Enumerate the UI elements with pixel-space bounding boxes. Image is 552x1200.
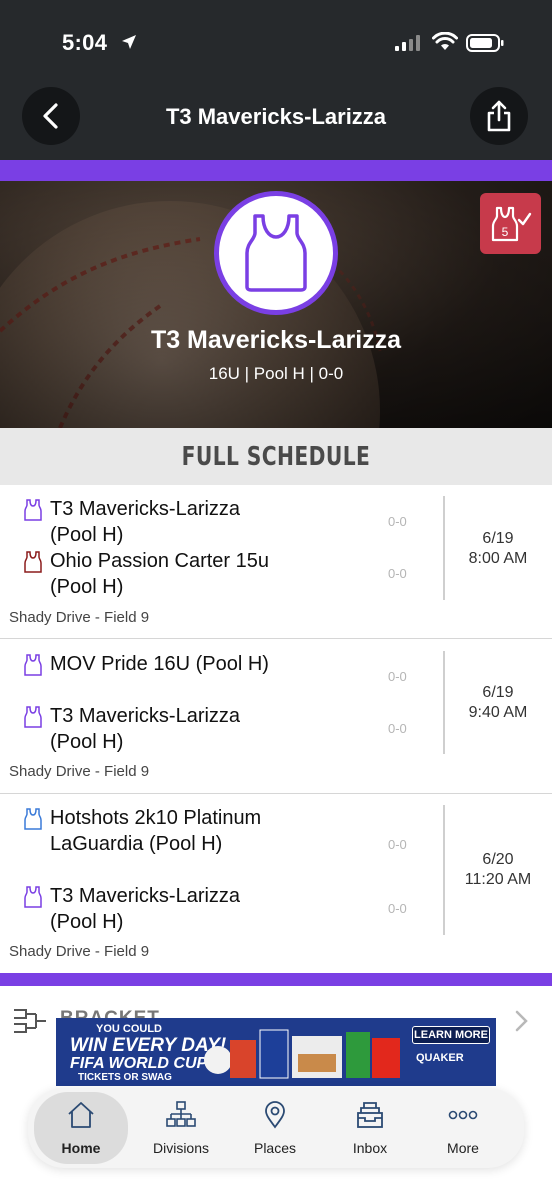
game-card[interactable]: MOV Pride 16U (Pool H) 0-0 T3 Mavericks-… [0,640,552,794]
team-score: 0-0 [388,721,407,736]
ad-line: YOU COULD [96,1023,162,1035]
badge-number: 5 [501,225,508,239]
accent-bar [0,160,552,181]
game-venue: Shady Drive - Field 9 [9,763,150,780]
team-name: T3 Mavericks-Larizza [150,326,402,354]
game-time: 9:40 AM [468,704,528,721]
team-score: 0-0 [388,669,407,684]
jersey-icon [24,551,42,573]
team-name: T3 Mavericks-Larizza (Pool H) [50,498,241,546]
nav-home[interactable]: Home [34,1092,128,1164]
bottom-nav: Home Divisions Places Inbox More [28,1088,524,1168]
bracket-icon [14,1009,46,1033]
jersey-icon [24,499,42,521]
share-icon [487,100,511,132]
header-title: T3 Mavericks-Larizza [165,104,387,129]
game-date: 6/20 [482,851,514,868]
team-name: MOV Pride 16U (Pool H) [50,653,269,675]
game-time: 8:00 AM [468,550,528,567]
ad-banner[interactable]: YOU COULD WIN EVERY DAY! FIFA WORLD CUP … [56,1018,496,1086]
team-score: 0-0 [388,514,407,529]
team-name: T3 Mavericks-Larizza (Pool H) [50,705,241,753]
game-card[interactable]: Hotshots 2k10 Platinum LaGuardia (Pool H… [0,795,552,973]
nav-places[interactable]: Places [228,1088,322,1168]
ad-products-image [204,1029,400,1079]
game-venue: Shady Drive - Field 9 [9,943,150,960]
schedule-heading-text: FULL SCHEDULE [181,441,371,472]
team-name: T3 Mavericks-Larizza (Pool H) [50,885,241,933]
divider [443,496,445,600]
roster-badge-button[interactable]: 5 [480,193,541,254]
jersey-icon [24,808,42,830]
location-arrow-icon [122,35,136,49]
battery-icon [466,34,504,52]
ad-learn-more-button[interactable]: LEARN MORE [412,1026,490,1044]
nav-label: Home [61,1140,101,1156]
wifi-icon [432,32,458,50]
home-icon [68,1102,94,1128]
team-name: Hotshots 2k10 Platinum LaGuardia (Pool H… [50,807,262,855]
game-date: 6/19 [482,530,514,547]
nav-divisions[interactable]: Divisions [134,1088,228,1168]
nav-more[interactable]: More [416,1088,510,1168]
team-score: 0-0 [388,837,407,852]
nav-label: Divisions [152,1140,209,1156]
ad-line: TICKETS OR SWAG [78,1072,172,1083]
divisions-icon [166,1101,196,1127]
places-icon [265,1101,285,1129]
team-summary: 16U | Pool H | 0-0 [208,364,344,383]
game-venue: Shady Drive - Field 9 [9,609,150,626]
nav-inbox[interactable]: Inbox [323,1088,417,1168]
jersey-icon [24,654,42,676]
game-card[interactable]: T3 Mavericks-Larizza (Pool H) 0-0 Ohio P… [0,486,552,639]
accent-bar [0,973,552,986]
ad-brand: QUAKER [416,1052,464,1064]
status-time: 5:04 [62,30,108,55]
team-logo [214,191,338,315]
game-date: 6/19 [482,684,514,701]
jersey-icon [24,886,42,908]
team-score: 0-0 [388,901,407,916]
cellular-signal-icon [395,35,420,51]
team-name: Ohio Passion Carter 15u (Pool H) [50,550,270,598]
chevron-right-icon [515,1010,528,1032]
team-score: 0-0 [388,566,407,581]
schedule-heading: FULL SCHEDULE [0,428,552,485]
more-icon [448,1110,478,1120]
game-time: 11:20 AM [464,871,532,888]
jersey-icon [245,214,307,292]
inbox-icon [357,1102,383,1128]
ad-headline: WIN EVERY DAY! [70,1035,227,1056]
nav-label: More [447,1140,479,1156]
jersey-icon [24,706,42,728]
back-button[interactable] [22,87,80,145]
chevron-left-icon [43,103,58,129]
divider [443,805,445,935]
nav-label: Inbox [352,1140,388,1156]
top-bar: 5:04 T3 Mavericks-Larizza [0,0,552,160]
nav-label: Places [253,1140,297,1156]
divider [443,651,445,754]
share-button[interactable] [470,87,528,145]
jersey-check-icon: 5 [491,206,531,241]
